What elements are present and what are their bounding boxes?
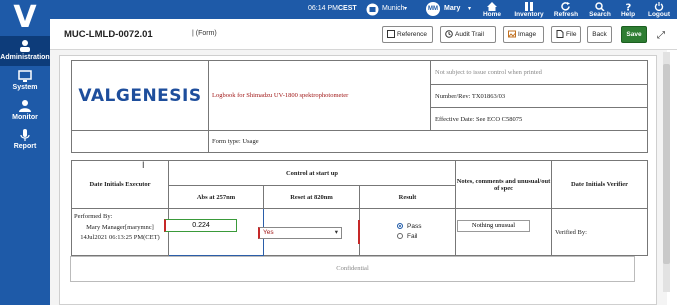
sidebar: V Administration System Monitor Report: [0, 0, 50, 305]
notes-input[interactable]: Nothing unusual: [457, 220, 530, 232]
col-date-executor: Date Initials Executor: [71, 160, 169, 209]
executor-date: 14Jul2021 06:13:25 PM(CET): [80, 234, 160, 241]
clock-time: 06:14 PM: [308, 5, 338, 12]
site-icon: [366, 3, 379, 16]
col-abs: Abs at 257nm: [168, 185, 264, 209]
confidential-footer: Confidential: [70, 256, 635, 282]
performed-by-label: Performed By:: [74, 213, 113, 220]
back-button[interactable]: Back: [587, 26, 612, 43]
form-header-table: VALGENESIS Logbook for Shimadzu UV-1800 …: [71, 60, 648, 153]
file-button[interactable]: File: [551, 26, 581, 43]
refresh-icon: [561, 2, 570, 11]
clock-timezone: CEST: [338, 5, 357, 12]
col-reset: Reset at 820nm: [263, 185, 360, 209]
abs-cell: [168, 208, 264, 256]
audit-trail-icon: [445, 30, 453, 38]
logbook-title: Logbook for Shimadzu UV-1800 spektrophot…: [208, 60, 431, 131]
reset-select-value: Yes: [263, 229, 274, 236]
radio-selected-icon[interactable]: [397, 223, 403, 230]
sidebar-item-system[interactable]: System: [0, 66, 50, 96]
executor-name: Mary Manager[marymnc]: [86, 224, 154, 231]
result-radio-fail[interactable]: Fail: [397, 233, 417, 240]
sidebar-item-report[interactable]: Report: [0, 125, 50, 155]
required-marker: [358, 220, 360, 244]
issue-control-note: Not subject to issue control when printe…: [430, 60, 648, 85]
result-radio-pass[interactable]: Pass: [397, 223, 421, 230]
notes-cell: [455, 208, 552, 256]
form-page: VALGENESIS Logbook for Shimadzu UV-1800 …: [59, 55, 657, 305]
audit-trail-button[interactable]: Audit Trail: [440, 26, 496, 43]
document-type: | (Form): [192, 30, 217, 37]
page-title: MUC-LMLD-0072.01: [64, 29, 153, 40]
image-icon: [508, 30, 516, 38]
file-icon: [556, 30, 564, 38]
valgenesis-logo: VALGENESIS: [71, 60, 209, 131]
reference-button[interactable]: Reference: [382, 26, 433, 43]
power-icon: [654, 2, 664, 11]
home-icon: [487, 2, 497, 11]
col-notes: Notes, comments and unusual/out of spec: [455, 160, 552, 209]
sidebar-item-monitor[interactable]: Monitor: [0, 96, 50, 126]
vertical-scrollbar[interactable]: [663, 52, 670, 292]
logout-button[interactable]: Logout: [647, 2, 671, 19]
sidebar-item-label: Administration: [0, 54, 50, 61]
administration-icon: [20, 40, 30, 52]
avatar[interactable]: MM: [426, 2, 440, 16]
search-icon: [595, 2, 605, 11]
verifier-cell: Verified By:: [551, 208, 648, 256]
col-verifier: Date Initials Verifier: [551, 160, 648, 209]
document-header: MUC-LMLD-0072.01 | (Form) Reference Audi…: [50, 19, 677, 50]
scrollbar-thumb[interactable]: [663, 64, 670, 264]
abs-input[interactable]: 0.224: [164, 219, 237, 232]
inventory-icon: [525, 2, 533, 11]
verified-by-label: Verified By:: [555, 228, 587, 236]
sidebar-item-administration[interactable]: Administration: [0, 36, 50, 66]
result-cell: [359, 208, 456, 256]
help-button[interactable]: ? Help: [620, 2, 636, 19]
save-button[interactable]: Save: [621, 26, 647, 43]
top-bar: 06:14 PM CEST Munich ▾ MM Mary ▾ Home In…: [50, 0, 677, 19]
sidebar-item-label: Monitor: [12, 114, 38, 121]
control-header: Control at start up: [168, 160, 456, 186]
executor-cell: Performed By: Mary Manager[marymnc] 14Ju…: [71, 208, 169, 256]
text-cursor-icon: I: [142, 160, 145, 170]
chevron-down-icon: ▾: [334, 229, 338, 236]
site-selector[interactable]: Munich: [382, 5, 405, 12]
help-icon: ?: [626, 3, 632, 12]
col-result: Result: [359, 185, 456, 209]
number-rev: Number/Rev: TX01863/03: [430, 84, 648, 108]
inventory-button[interactable]: Inventory: [514, 2, 544, 19]
chevron-down-icon[interactable]: ▾: [404, 5, 407, 12]
image-button[interactable]: Image: [503, 26, 544, 43]
expand-icon[interactable]: ⤢: [657, 30, 665, 41]
monitor-screen-icon: [18, 70, 32, 82]
form-type: Form type: Usage: [208, 130, 648, 153]
svg-text:?: ?: [626, 3, 632, 12]
reset-select[interactable]: Yes ▾: [258, 227, 342, 239]
chevron-down-icon[interactable]: ▾: [468, 5, 471, 12]
app-logo[interactable]: V: [7, 3, 43, 33]
radio-unselected-icon[interactable]: [397, 233, 403, 240]
sidebar-item-label: Report: [13, 143, 37, 150]
user-name[interactable]: Mary: [444, 5, 460, 12]
reference-icon: [387, 30, 395, 38]
microphone-icon: [20, 129, 30, 141]
home-button[interactable]: Home: [482, 2, 502, 19]
search-button[interactable]: Search: [588, 2, 612, 19]
effective-date: Effective Date: See ECO C58075: [430, 107, 648, 131]
sidebar-item-label: System: [12, 84, 38, 91]
refresh-button[interactable]: Refresh: [553, 2, 579, 19]
user-icon: [19, 100, 31, 112]
